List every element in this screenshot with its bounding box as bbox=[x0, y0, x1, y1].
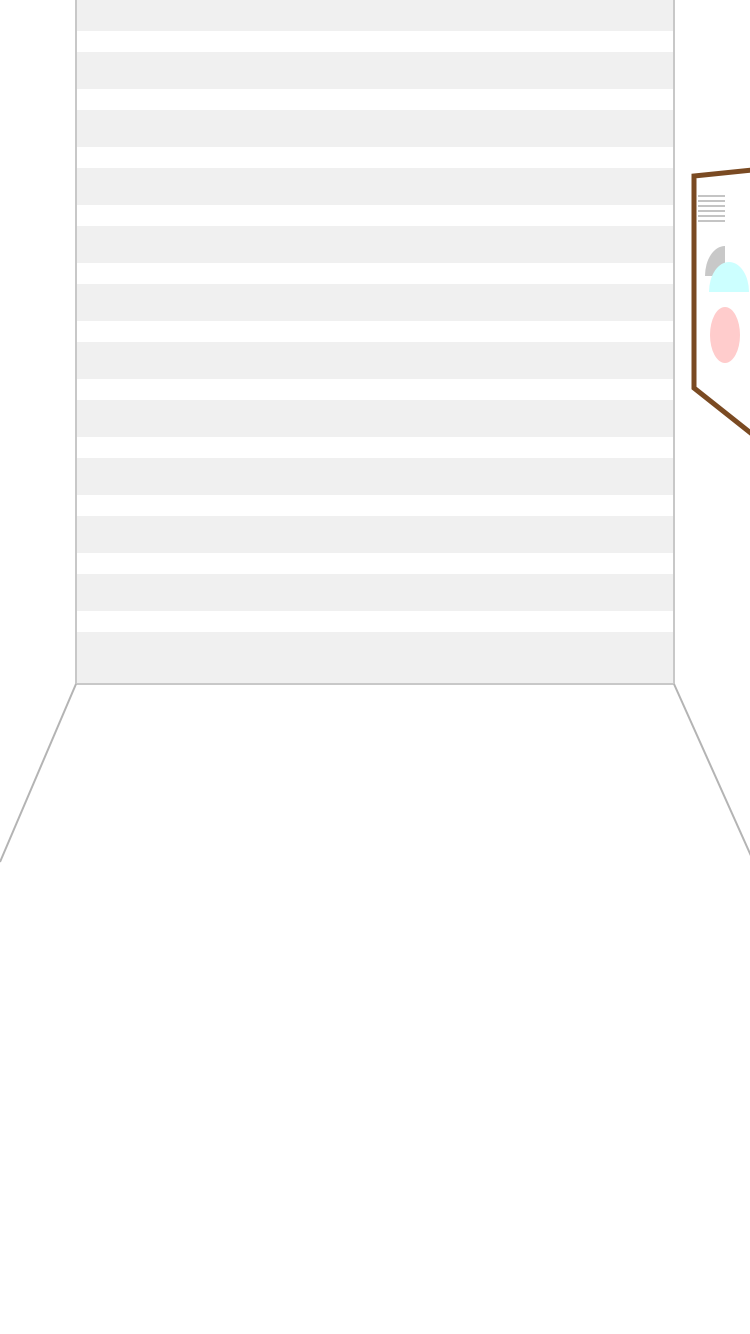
wall-stripe bbox=[77, 52, 673, 89]
wall-stripe bbox=[77, 400, 673, 437]
pink-oval-icon[interactable] bbox=[710, 307, 740, 363]
floor-right-edge bbox=[673, 683, 750, 856]
floor bbox=[0, 683, 750, 863]
wall-stripe bbox=[77, 574, 673, 611]
wall-stripe bbox=[77, 458, 673, 495]
wall-stripe bbox=[77, 342, 673, 379]
right-wall-panel[interactable] bbox=[691, 167, 750, 436]
wall-stripe bbox=[77, 110, 673, 147]
wall-stripe bbox=[77, 226, 673, 263]
wall-stripe bbox=[77, 632, 673, 683]
wall-stripe bbox=[77, 168, 673, 205]
wall-stripe bbox=[77, 0, 673, 31]
wall-stripe bbox=[77, 284, 673, 321]
room-scene bbox=[0, 0, 750, 863]
panel-frame[interactable] bbox=[691, 167, 750, 436]
back-wall bbox=[75, 0, 675, 685]
wall-stripe bbox=[77, 516, 673, 553]
floor-left-edge bbox=[0, 683, 77, 863]
